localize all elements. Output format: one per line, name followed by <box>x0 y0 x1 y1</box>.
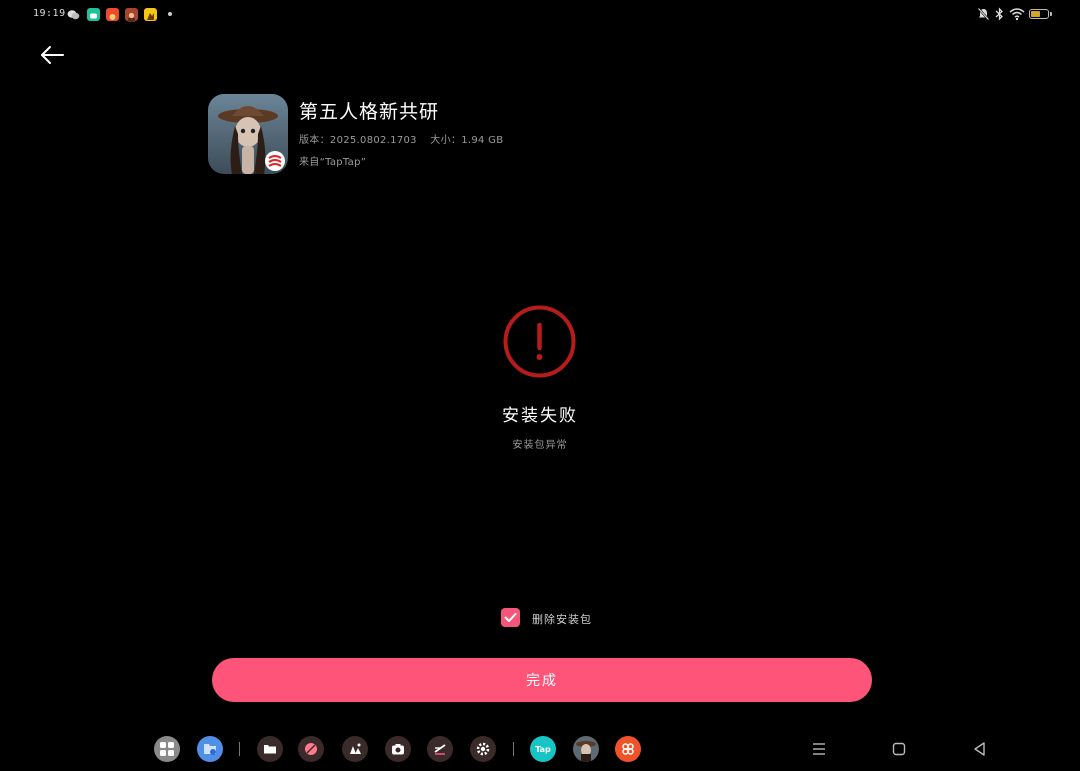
camera-icon[interactable] <box>385 736 411 762</box>
delete-package-checkbox[interactable] <box>501 608 520 627</box>
version-label: 版本： <box>299 135 330 146</box>
install-status-subtitle: 安装包异常 <box>512 440 568 451</box>
message-icon <box>87 8 100 21</box>
size-label: 大小： <box>430 135 462 146</box>
done-button[interactable]: 完成 <box>212 658 872 702</box>
game-app-icon-2 <box>125 8 138 22</box>
game-app-icon-3 <box>144 8 157 21</box>
delete-package-label: 删除安装包 <box>532 613 592 626</box>
battery-icon <box>1029 9 1049 19</box>
app-version-size: 版本：2025.0802.1703 大小：1.94 GB <box>299 131 513 146</box>
gallery-icon[interactable] <box>342 736 368 762</box>
back-arrow-icon[interactable] <box>36 40 68 70</box>
status-time: 19:19 <box>33 8 66 19</box>
browser-icon[interactable] <box>298 736 324 762</box>
app-icon <box>208 94 288 174</box>
game-avatar-icon[interactable] <box>573 736 599 762</box>
app-source: 来自“TapTap” <box>299 157 367 168</box>
error-icon <box>503 305 576 378</box>
app-name: 第五人格新共研 <box>299 101 440 123</box>
checkmark-icon <box>504 613 517 622</box>
files-icon[interactable] <box>197 736 223 762</box>
mute-bell-icon <box>977 7 990 21</box>
app-drawer-icon[interactable] <box>154 736 180 762</box>
wifi-icon <box>1009 8 1025 21</box>
settings-icon[interactable] <box>470 736 496 762</box>
bluetooth-icon <box>995 7 1003 21</box>
battery-level <box>1031 11 1040 17</box>
dock-separator <box>239 742 240 756</box>
home-icon[interactable] <box>888 738 910 760</box>
file-manager-icon[interactable] <box>257 736 283 762</box>
status-bar: 19:19 <box>0 0 1080 30</box>
battery-cap <box>1050 12 1052 16</box>
size-value: 1.94 GB <box>461 135 504 146</box>
back-icon[interactable] <box>969 738 991 760</box>
notes-icon[interactable] <box>427 736 453 762</box>
version-value: 2025.0802.1703 <box>329 135 417 146</box>
install-status-title: 安装失败 <box>502 406 578 426</box>
wechat-icon <box>67 10 80 20</box>
taptap-icon[interactable]: Tap <box>530 736 556 762</box>
menu-icon[interactable] <box>808 738 830 760</box>
more-notifications-dot <box>168 12 172 16</box>
dock-separator <box>513 742 514 756</box>
app-store-icon[interactable] <box>615 736 641 762</box>
game-app-icon <box>106 8 119 21</box>
